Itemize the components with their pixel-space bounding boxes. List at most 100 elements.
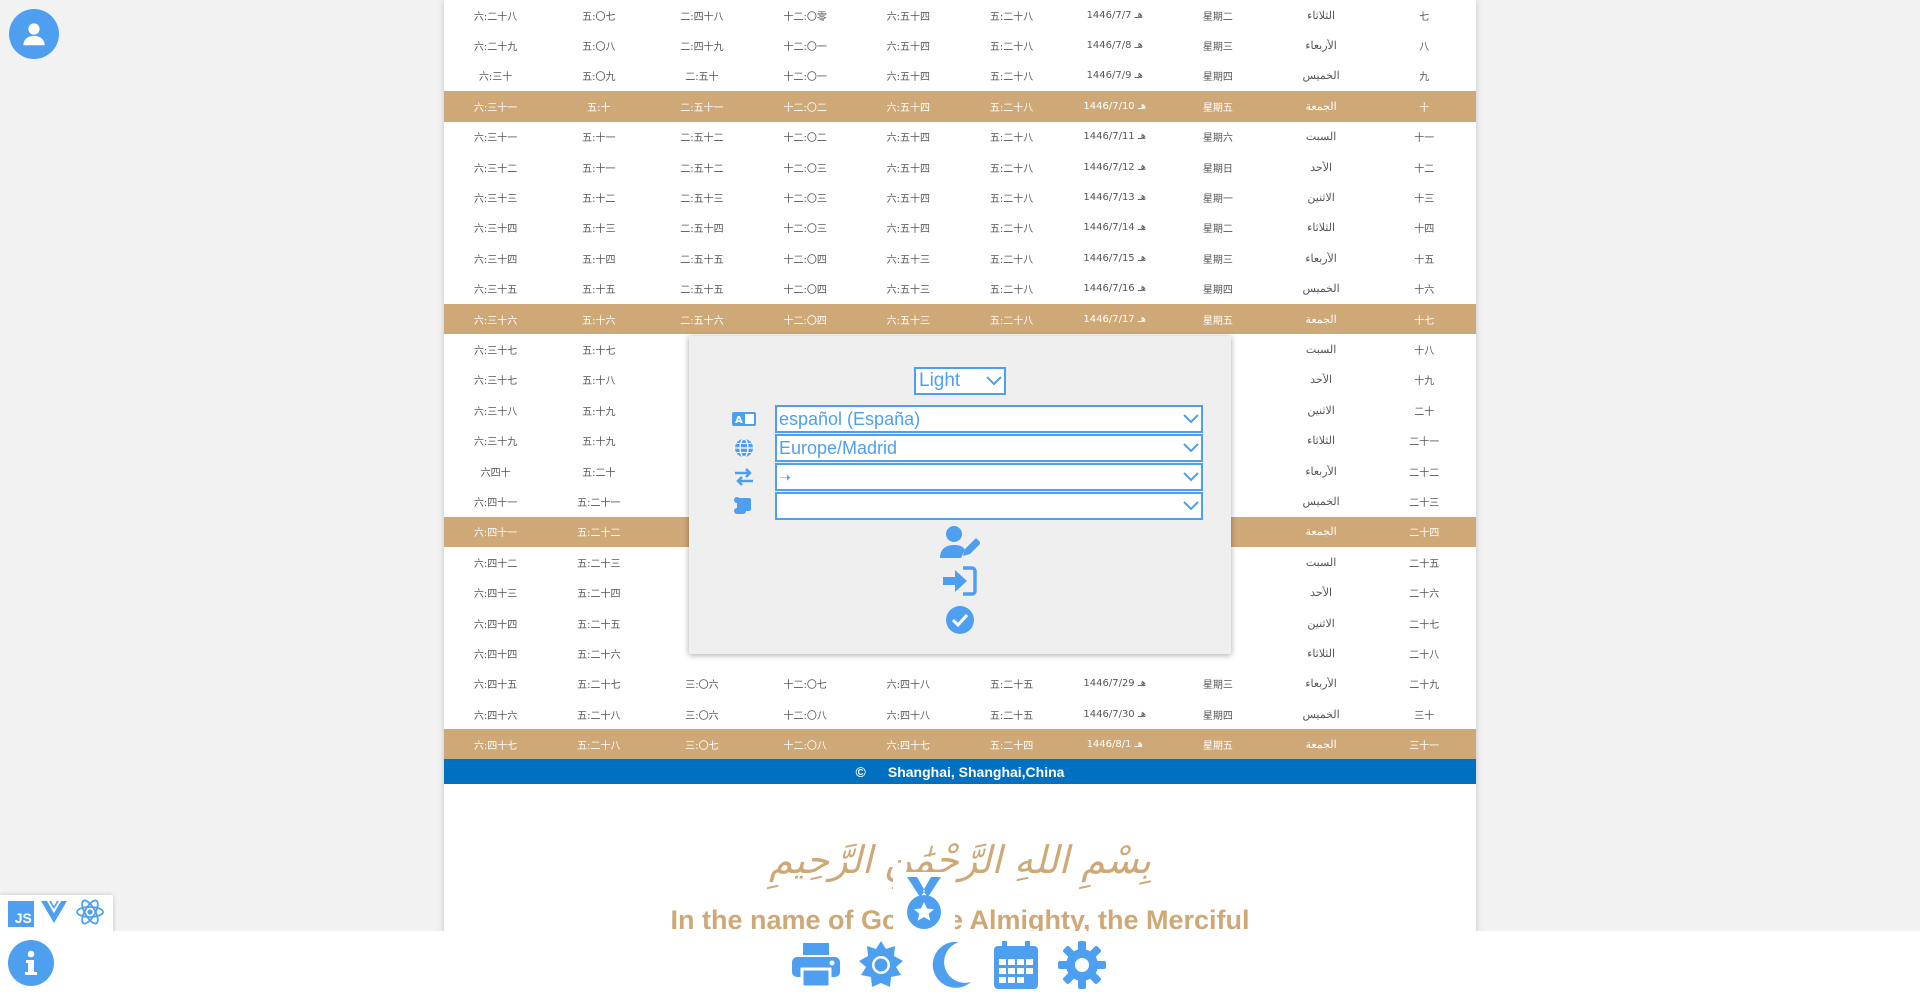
direction-value: ➝ xyxy=(779,468,791,485)
table-cell: 六:三十七 xyxy=(473,345,518,357)
table-row: 六:四十七 五:二十八 三:〇七 十二:〇八 六:四十七 五:二十四 1446/8/1 هـ… xyxy=(444,729,1476,760)
table-cell: 1446/8/1 هـ xyxy=(1086,739,1143,751)
table-cell: 1446/7/17 هـ xyxy=(1083,313,1147,325)
calendar-button[interactable] xyxy=(991,940,1041,990)
table-cell: 五:二十八 xyxy=(989,102,1034,114)
table-cell: 十六 xyxy=(1414,285,1435,297)
table-cell: 星期四 xyxy=(1202,285,1233,297)
table-cell: 二:五十五 xyxy=(680,285,724,297)
table-cell: 星期五 xyxy=(1202,102,1233,114)
table-cell: 五:二十八 xyxy=(989,133,1034,145)
table-cell: 十二:〇二 xyxy=(783,102,827,114)
table-cell: 六:二十八 xyxy=(473,11,518,23)
table-cell: 十二:〇三 xyxy=(783,163,827,175)
table-cell: 五:二十八 xyxy=(577,710,621,722)
table-cell: 十二:〇四 xyxy=(783,285,827,297)
table-cell: 六:五十四 xyxy=(886,224,931,236)
print-button[interactable] xyxy=(791,940,841,990)
table-row: 六:三十四 五:十三 二:五十四 十二:〇三 六:五十四 五:二十八 1446/7/14 ه… xyxy=(444,213,1476,243)
table-cell: 二十三 xyxy=(1409,497,1440,509)
table-cell: 六:四十一 xyxy=(473,497,518,509)
info-button[interactable] xyxy=(8,940,54,986)
chevron-down-icon xyxy=(984,376,1004,386)
night-mode-button[interactable] xyxy=(925,940,975,990)
location-text: Shanghai, Shanghai,China xyxy=(887,763,1065,780)
medal-icon xyxy=(907,877,941,929)
chevron-down-icon xyxy=(1181,443,1201,453)
table-cell: 十八 xyxy=(1414,345,1435,357)
table-row: 六:三十五 五:十五 二:五十五 十二:〇四 六:五十三 五:二十八 1446/7/16 ه… xyxy=(444,274,1476,304)
table-cell: 六:五十三 xyxy=(886,315,931,327)
swap-icon xyxy=(729,467,759,487)
table-cell: 六:三十五 xyxy=(473,285,518,297)
globe-icon xyxy=(729,438,759,458)
vue-icon[interactable] xyxy=(41,901,68,927)
check-circle-icon xyxy=(946,606,974,634)
table-cell: 六:三十六 xyxy=(473,315,518,327)
table-cell: 二十二 xyxy=(1409,467,1440,479)
table-cell: 十二:〇三 xyxy=(783,194,827,206)
react-icon[interactable] xyxy=(75,899,105,929)
table-cell: الثلاثاء xyxy=(1307,646,1336,660)
table-cell: 十二:〇零 xyxy=(783,11,827,23)
table-cell: 六:四十七 xyxy=(473,741,518,753)
table-cell: 五:〇八 xyxy=(582,42,616,54)
table-cell: 二十一 xyxy=(1409,437,1440,449)
theme-toggle-button[interactable] xyxy=(856,940,906,990)
table-cell: 六:四十二 xyxy=(473,558,518,570)
table-cell: السبت xyxy=(1305,342,1337,356)
medal-button[interactable] xyxy=(893,872,955,936)
table-cell: 五:十九 xyxy=(582,406,616,418)
direction-select[interactable]: ➝ xyxy=(775,463,1203,491)
table-cell: الخميس xyxy=(1302,69,1340,83)
table-cell: 五:十八 xyxy=(582,376,616,388)
table-cell: 五:二十五 xyxy=(989,710,1034,722)
table-cell: 二:五十五 xyxy=(680,254,724,266)
table-cell: 十五 xyxy=(1414,254,1435,266)
table-cell: 五:十一 xyxy=(582,163,616,175)
table-cell: 星期三 xyxy=(1202,680,1233,692)
table-cell: 六:五十四 xyxy=(886,102,931,114)
table-cell: 十三 xyxy=(1414,194,1435,206)
calculation-select[interactable] xyxy=(775,492,1203,520)
table-cell: 1446/7/14 هـ xyxy=(1083,222,1147,234)
edit-profile-button[interactable] xyxy=(689,525,1231,559)
table-cell: 五:二十八 xyxy=(989,11,1034,23)
table-cell: 五:十四 xyxy=(582,254,616,266)
table-cell: 星期三 xyxy=(1202,254,1233,266)
table-cell: 六:三十一 xyxy=(473,102,518,114)
table-row: 六:二十八 五:〇七 二:四十八 十二:〇零 六:五十四 五:二十八 1446/7/7 هـ… xyxy=(444,0,1476,30)
table-cell: 十九 xyxy=(1414,376,1435,388)
table-cell: 五:十九 xyxy=(582,437,616,449)
timezone-select[interactable]: Europe/Madrid xyxy=(775,434,1203,462)
table-cell: 1446/7/12 هـ xyxy=(1083,161,1147,173)
basmala-calligraphy: بِسْمِ اللهِ الرَّحْمَٰنِ الرَّحِيمِ xyxy=(769,838,1151,882)
table-cell: 二十六 xyxy=(1409,589,1440,601)
table-cell: 1446/7/30 هـ xyxy=(1083,708,1147,720)
info-icon xyxy=(25,950,37,975)
table-cell: 六:五十四 xyxy=(886,42,931,54)
table-row: 六:三十三 五:十二 二:五十三 十二:〇三 六:五十四 五:二十八 1446/7/13 ه… xyxy=(444,182,1476,212)
table-cell: 二十 xyxy=(1414,406,1435,418)
theme-select[interactable]: Light xyxy=(914,367,1006,395)
table-cell: 1446/7/7 هـ xyxy=(1086,9,1143,21)
settings-button[interactable] xyxy=(1057,940,1107,990)
confirm-button[interactable] xyxy=(689,605,1231,635)
table-cell: 六:五十三 xyxy=(886,254,931,266)
table-cell: 二:五十一 xyxy=(680,102,724,114)
table-cell: 十二:〇二 xyxy=(783,133,827,145)
table-cell: 六:四十一 xyxy=(473,528,518,540)
calendar-icon xyxy=(994,941,1038,989)
js-icon[interactable]: JS xyxy=(7,901,34,927)
chevron-down-icon xyxy=(1181,472,1201,482)
table-cell: الجمعة xyxy=(1305,738,1337,752)
table-cell: 五:二十八 xyxy=(989,254,1034,266)
location-footer: © Shanghai, Shanghai,China xyxy=(444,759,1476,784)
language-select[interactable]: español (España) xyxy=(775,405,1203,433)
table-cell: 六:五十四 xyxy=(886,11,931,23)
table-cell: 五:二十八 xyxy=(989,72,1034,84)
print-icon xyxy=(792,943,840,987)
user-avatar-button[interactable] xyxy=(9,9,59,59)
table-cell: 五:二十七 xyxy=(577,680,621,692)
sign-in-button[interactable] xyxy=(689,566,1231,596)
